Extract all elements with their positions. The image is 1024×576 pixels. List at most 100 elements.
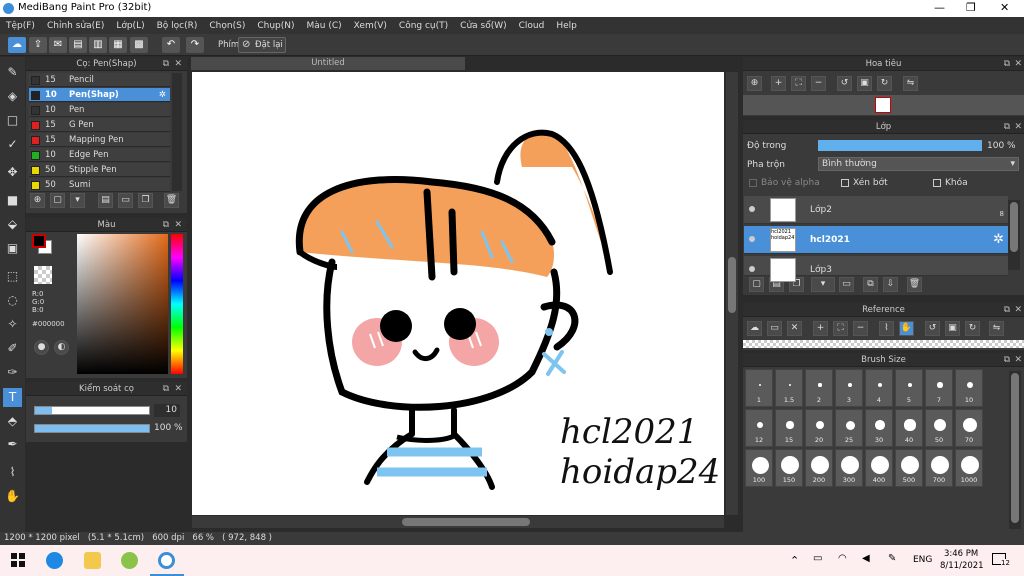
horizontal-scrollbar[interactable] (192, 516, 724, 528)
brush-size-cell[interactable]: 400 (865, 449, 893, 487)
layer-row[interactable]: Lớp3 (744, 256, 1008, 282)
share-icon[interactable]: ⇪ (29, 37, 47, 53)
size-slider[interactable] (34, 406, 150, 415)
rotate-right-icon[interactable]: ↻ (965, 321, 980, 336)
close-icon[interactable]: ✕ (1014, 353, 1022, 367)
wifi-icon[interactable]: ◠ (838, 553, 847, 564)
saturation-value-picker[interactable] (77, 234, 168, 374)
move-tool-icon[interactable]: ✥ (3, 163, 22, 182)
gear-icon[interactable]: ✲ (993, 232, 1004, 247)
layer-scroll-thumb[interactable] (1010, 202, 1018, 252)
gradient-tool-icon[interactable]: ▣ (3, 239, 22, 258)
close-icon[interactable]: ✕ (174, 57, 182, 71)
shape-tool-icon[interactable]: ■ (3, 191, 22, 210)
zoom-out-icon[interactable]: − (853, 321, 868, 336)
folder-icon[interactable]: ▭ (118, 193, 133, 208)
fill-tool-icon[interactable]: ⬘ (3, 412, 22, 431)
brush-list-item[interactable]: 10 Pen (29, 103, 170, 117)
menu-filter[interactable]: Bộ lọc(R) (151, 21, 204, 31)
brush-size-cell[interactable]: 4 (865, 369, 893, 407)
brush-size-cell[interactable]: 150 (775, 449, 803, 487)
medibang-taskbar-icon[interactable] (158, 552, 175, 569)
brush-size-cell[interactable]: 15 (775, 409, 803, 447)
rect-select-tool-icon[interactable]: □ (3, 111, 22, 130)
popout-icon[interactable]: ⧉ (1004, 120, 1010, 134)
flip-icon[interactable]: ⇋ (903, 76, 918, 91)
brush-list-item[interactable]: 50 Sumi (29, 178, 170, 192)
language-indicator[interactable]: ENG (913, 555, 932, 565)
eye-icon[interactable] (749, 266, 755, 272)
close-icon[interactable]: ✕ (174, 382, 182, 396)
brush-size-cell[interactable]: 1 (745, 369, 773, 407)
popout-icon[interactable]: ⧉ (163, 218, 169, 232)
menu-color[interactable]: Màu (C) (301, 21, 348, 31)
brush-size-cell[interactable]: 2 (805, 369, 833, 407)
eyedropper-icon[interactable]: ⌇ (879, 321, 894, 336)
text-tool-icon[interactable]: T (3, 388, 22, 407)
opacity-slider[interactable] (34, 424, 150, 433)
drawing-canvas[interactable]: hcl2021 hoidap247 (192, 72, 724, 515)
file-explorer-icon[interactable] (84, 552, 101, 569)
select-tool-icon[interactable]: ⬚ (3, 267, 22, 286)
rotate-left-icon[interactable]: ↺ (837, 76, 852, 91)
menu-snap[interactable]: Chụp(N) (251, 21, 300, 31)
eyedropper-tool-icon[interactable]: ⌇ (3, 463, 22, 482)
blend-select[interactable]: Bình thường ▾ (818, 157, 1019, 171)
brush-size-cell[interactable]: 7 (925, 369, 953, 407)
close-icon[interactable]: ✕ (1014, 57, 1022, 71)
brush-size-cell[interactable]: 3 (835, 369, 863, 407)
brush-size-cell[interactable]: 20 (805, 409, 833, 447)
popout-icon[interactable]: ⧉ (163, 382, 169, 396)
palette-icon[interactable]: ● (34, 340, 49, 355)
eye-icon[interactable] (749, 206, 755, 212)
size-value[interactable]: 10 (154, 404, 180, 417)
brush-size-cell[interactable]: 300 (835, 449, 863, 487)
hand-tool-icon[interactable]: ✋ (3, 487, 22, 506)
menu-tools[interactable]: Công cụ(T) (393, 21, 454, 31)
edge-icon[interactable] (46, 552, 63, 569)
trash-icon[interactable]: 🗑 (164, 193, 179, 208)
blur-tool-icon[interactable]: ✒ (3, 435, 22, 454)
volume-icon[interactable]: ◀ (862, 553, 870, 564)
brush-size-cell[interactable]: 5 (895, 369, 923, 407)
brush-size-cell[interactable]: 1.5 (775, 369, 803, 407)
brush-list-item[interactable]: 50 Stipple Pen (29, 163, 170, 177)
magic-wand-tool-icon[interactable]: ✧ (3, 315, 22, 334)
close-icon[interactable]: ✕ (787, 321, 802, 336)
grid-icon[interactable]: ▩ (130, 37, 148, 53)
layer-row[interactable]: Lớp2 8 (744, 196, 1008, 224)
vertical-scrollbar[interactable] (726, 72, 738, 515)
brush-size-cell[interactable]: 500 (895, 449, 923, 487)
brush-size-cell[interactable]: 50 (925, 409, 953, 447)
fit-icon[interactable]: ⛶ (791, 76, 806, 91)
close-icon[interactable]: ✕ (1014, 120, 1022, 134)
vertical-scroll-thumb[interactable] (728, 257, 736, 313)
menu-window[interactable]: Cửa sổ(W) (454, 21, 512, 31)
brush-size-cell[interactable]: 100 (745, 449, 773, 487)
bucket-tool-icon[interactable]: ⬙ (3, 215, 22, 234)
lock-checkbox[interactable] (933, 179, 941, 187)
reset-view-icon[interactable]: ▣ (857, 76, 872, 91)
undo-icon[interactable]: ↶ (162, 37, 180, 53)
brush-menu-icon[interactable]: ▾ (70, 193, 85, 208)
brush-size-cell[interactable]: 40 (895, 409, 923, 447)
merge-icon[interactable]: ⇩ (883, 277, 898, 292)
eye-icon[interactable] (749, 236, 755, 242)
rotate-left-icon[interactable]: ↺ (925, 321, 940, 336)
zoom-in-icon[interactable]: + (813, 321, 828, 336)
list-icon[interactable]: ▦ (109, 37, 127, 53)
new-page-icon[interactable]: ▢ (50, 193, 65, 208)
layer-menu-icon[interactable]: ▾ (811, 277, 835, 292)
clipping-checkbox[interactable] (841, 179, 849, 187)
hue-slider[interactable] (171, 234, 183, 374)
close-icon[interactable]: ✕ (1014, 303, 1022, 317)
eraser-tool-icon[interactable]: ◈ (3, 87, 22, 106)
brush-list-item[interactable]: 15 Mapping Pen (29, 133, 170, 147)
pen-icon[interactable]: ✎ (888, 553, 896, 564)
brush-size-cell[interactable]: 200 (805, 449, 833, 487)
brush-scrollbar[interactable] (172, 73, 182, 191)
menu-edit[interactable]: Chỉnh sửa(E) (41, 21, 110, 31)
fit-icon[interactable]: ⛶ (833, 321, 848, 336)
copy-icon[interactable]: ❐ (138, 193, 153, 208)
zoom-out-icon[interactable]: − (811, 76, 826, 91)
